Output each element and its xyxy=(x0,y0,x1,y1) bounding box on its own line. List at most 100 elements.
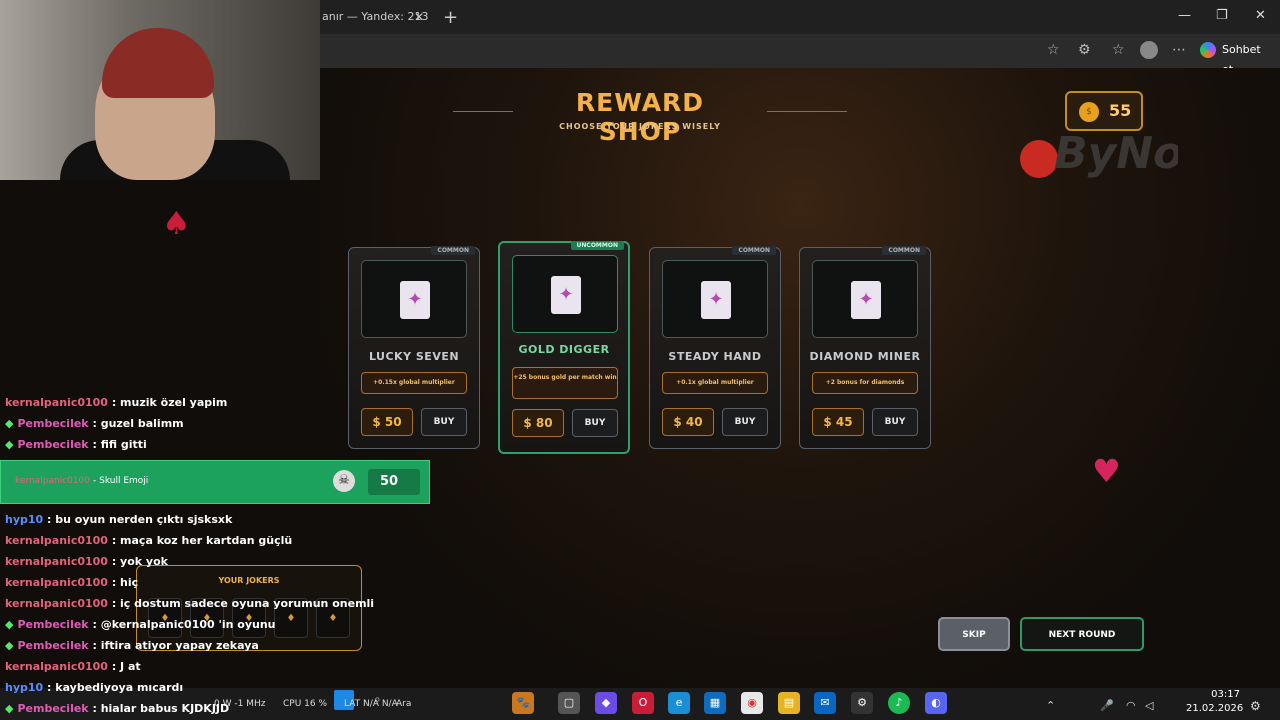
settings-icon[interactable]: ⚙ xyxy=(851,692,873,714)
cat-widget-icon[interactable]: 🐾 xyxy=(512,692,534,714)
microphone-icon[interactable]: 🎤 xyxy=(1100,699,1114,712)
shop-card-diamond-miner: COMMON ✦ DIAMOND MINER +2 bonus for diam… xyxy=(799,246,931,449)
chat-message: hyp10 : kaybediyoya mıcardı xyxy=(5,681,184,694)
spotify-icon[interactable]: ♪ xyxy=(888,692,910,714)
chat-message: ◆ Pembecilek : @kernalpanic0100 'in oyunu xyxy=(5,618,276,631)
clock-time: 03:17 xyxy=(1211,689,1240,700)
chat-message: kernalpanic0100 : J at xyxy=(5,660,141,673)
card-price: $ 80 xyxy=(512,409,564,437)
card-name: STEADY HAND xyxy=(668,350,762,363)
coin-balance: 55 xyxy=(1065,91,1143,131)
wifi-icon[interactable]: ◠ xyxy=(1126,699,1136,712)
card-price: $ 50 xyxy=(361,408,413,436)
new-tab-button[interactable]: + xyxy=(443,7,458,28)
copilot-app-icon[interactable]: ◆ xyxy=(595,692,617,714)
card-name: GOLD DIGGER xyxy=(518,343,610,356)
card-description: +0.15x global multiplier xyxy=(361,372,467,394)
edge-icon[interactable]: e xyxy=(668,692,690,714)
maximize-button[interactable]: ❐ xyxy=(1216,8,1228,23)
opera-icon[interactable]: O xyxy=(632,692,654,714)
close-window-button[interactable]: ✕ xyxy=(1255,8,1266,23)
minimize-button[interactable]: — xyxy=(1178,8,1191,23)
latency: LAT N/A N/A xyxy=(344,699,398,709)
gem-icon: ◆ xyxy=(5,618,14,631)
shop-card-gold-digger: UNCOMMON ✦ GOLD DIGGER +25 bonus gold pe… xyxy=(498,241,630,454)
page-title: REWARD SHOP xyxy=(575,88,705,146)
chat-message: ◆ Pembecilek : iftira atiyor yapay zekaya xyxy=(5,639,259,652)
favorites-icon[interactable]: ☆ xyxy=(1112,42,1125,58)
cpu-usage: CPU 16 % xyxy=(283,699,328,709)
shop-card-lucky-seven: COMMON ✦ LUCKY SEVEN +0.15x global multi… xyxy=(348,246,480,449)
joker-card-icon: ✦ xyxy=(851,281,881,319)
gem-icon: ◆ xyxy=(5,702,14,715)
clock-date: 21.02.2026 xyxy=(1186,703,1244,714)
rarity-badge: COMMON xyxy=(732,246,776,255)
skip-button[interactable]: SKIP xyxy=(938,617,1010,651)
chat-message: hyp10 : bu oyun nerden çıktı sjsksxk xyxy=(5,513,233,526)
card-art: ✦ xyxy=(812,260,918,338)
rarity-badge: COMMON xyxy=(882,246,926,255)
card-price: $ 45 xyxy=(812,408,864,436)
chat-message: ◆ Pembecilek : fifi gitti xyxy=(5,438,147,451)
task-view-icon[interactable]: ▢ xyxy=(558,692,580,714)
notification-icon[interactable]: ⚙ xyxy=(1250,699,1261,713)
your-jokers-title: YOUR JOKERS xyxy=(218,576,280,585)
gem-icon: ◆ xyxy=(5,438,14,451)
redeem-cost: 50 xyxy=(368,469,420,495)
card-art: ✦ xyxy=(361,260,467,338)
card-description: +2 bonus for diamonds xyxy=(812,372,918,394)
buy-button[interactable]: BUY xyxy=(872,408,918,436)
close-tab-icon[interactable]: ✕ xyxy=(414,10,424,24)
joker-card-icon: ✦ xyxy=(701,281,731,319)
card-name: DIAMOND MINER xyxy=(809,350,921,363)
tab-title: anır — Yandex: 213 xyxy=(322,10,429,23)
rarity-badge: COMMON xyxy=(431,246,475,255)
next-round-button[interactable]: NEXT ROUND xyxy=(1020,617,1144,651)
chat-message: ◆ Pembecilek : hialar babus KJDKJJD xyxy=(5,702,230,715)
volume-icon[interactable]: ◁ xyxy=(1145,699,1153,712)
extensions-icon[interactable]: ⚙ xyxy=(1078,42,1091,58)
chat-message: ◆ Pembecilek : guzel balimm xyxy=(5,417,184,430)
chrome-icon[interactable]: ◉ xyxy=(741,692,763,714)
search-icon[interactable]: ⌕ xyxy=(374,692,381,707)
chat-message: kernalpanic0100 : hiç xyxy=(5,576,139,589)
outlook-icon[interactable]: ✉ xyxy=(814,692,836,714)
tray-chevron-icon[interactable]: ⌃ xyxy=(1046,699,1055,712)
chat-message: kernalpanic0100 : iç dostum sadece oyuna… xyxy=(5,597,375,610)
profile-avatar[interactable] xyxy=(1140,41,1158,59)
spade-icon: ♠ xyxy=(162,204,191,242)
star-icon[interactable]: ☆ xyxy=(1047,42,1060,58)
card-name: LUCKY SEVEN xyxy=(368,350,460,363)
gem-icon: ◆ xyxy=(5,639,14,652)
rarity-badge: UNCOMMON xyxy=(570,241,624,250)
more-menu-icon[interactable]: ⋯ xyxy=(1172,42,1186,58)
buy-button[interactable]: BUY xyxy=(421,408,467,436)
title-divider-right xyxy=(767,111,847,112)
buy-button[interactable]: BUY xyxy=(572,409,618,437)
watermark-logo: ByNo xyxy=(1054,128,1178,179)
skull-icon: ☠ xyxy=(333,470,355,492)
card-description: +0.1x global multiplier xyxy=(662,372,768,394)
title-divider-left xyxy=(453,111,513,112)
card-art: ✦ xyxy=(662,260,768,338)
chat-message: kernalpanic0100 : maça koz her kartdan g… xyxy=(5,534,293,547)
chat-message: kernalpanic0100 : yok yok xyxy=(5,555,168,568)
buy-button[interactable]: BUY xyxy=(722,408,768,436)
shop-card-steady-hand: COMMON ✦ STEADY HAND +0.1x global multip… xyxy=(649,246,781,449)
gem-icon: ◆ xyxy=(5,417,14,430)
card-description: +25 bonus gold per match win xyxy=(512,367,618,399)
coin-icon: $ xyxy=(1079,102,1099,122)
discord-icon[interactable]: ◐ xyxy=(925,692,947,714)
chat-message: kernalpanic0100 : muzik özel yapim xyxy=(5,396,228,409)
card-price: $ 40 xyxy=(662,408,714,436)
joker-card-icon: ✦ xyxy=(551,276,581,314)
redeem-title: - Skull Emoji xyxy=(93,476,149,486)
store-icon[interactable]: ▦ xyxy=(704,692,726,714)
card-art: ✦ xyxy=(512,255,618,333)
taskbar-search[interactable]: Ara xyxy=(396,699,411,709)
file-explorer-icon[interactable]: ▤ xyxy=(778,692,800,714)
system-clock[interactable]: 03:17 21.02.2026 xyxy=(1186,688,1244,716)
page-subtitle: CHOOSE YOUR JOKERS WISELY xyxy=(559,122,721,131)
redeem-user: kernalpanic0100 xyxy=(15,476,90,486)
copilot-button[interactable]: Sohbet et xyxy=(1198,40,1270,76)
